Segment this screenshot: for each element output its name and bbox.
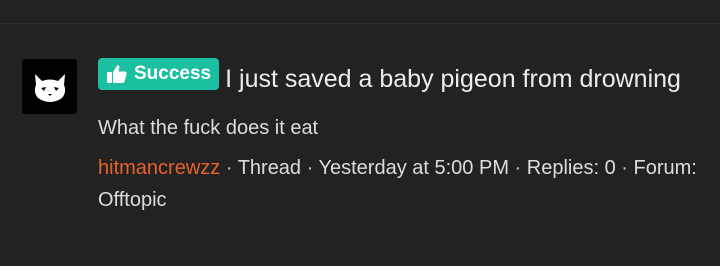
avatar[interactable] [22,59,77,114]
result-meta: hitmancrewzz · Thread · Yesterday at 5:0… [98,152,698,216]
meta-separator: · [621,157,634,179]
badge-label: Success [134,63,212,84]
meta-separator: · [514,157,527,179]
search-result-item: Success I just saved a baby pigeon from … [0,24,720,266]
author-link[interactable]: hitmancrewzz [98,157,220,179]
replies-count: Replies: 0 [526,157,616,179]
result-title-line[interactable]: Success I just saved a baby pigeon from … [98,58,698,98]
post-time: Yesterday at 5:00 PM [318,157,509,179]
meta-separator: · [225,157,238,179]
result-snippet: What the fuck does it eat [98,117,319,139]
status-badge: Success [98,58,220,90]
thumbs-up-icon [107,65,127,83]
meta-separator: · [306,157,319,179]
result-title[interactable]: I just saved a baby pigeon from drowning [225,65,681,93]
content-type: Thread [237,157,302,179]
cat-icon [34,73,65,102]
result-content: Success I just saved a baby pigeon from … [98,58,698,216]
